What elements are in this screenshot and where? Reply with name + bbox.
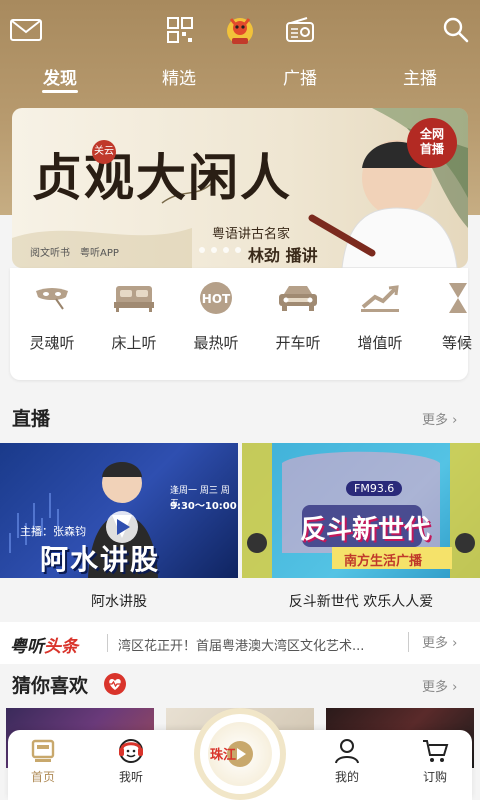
brand-1: 阅文听书: [30, 248, 70, 259]
app-root: 发现 精选 广播 主播 贞观大闲人 关云 粤语讲古名家 林劲 播讲 全网 首播: [0, 0, 480, 800]
cart-icon: [400, 738, 470, 764]
category-wait[interactable]: 等候: [424, 278, 480, 353]
more-label: 更多: [422, 680, 449, 695]
search-icon[interactable]: [440, 14, 472, 46]
live-more-link[interactable]: 更多 ›: [422, 409, 457, 428]
nav-label: 我的: [334, 770, 359, 784]
chevron-right-icon: ›: [448, 413, 458, 428]
category-label: 床上听: [111, 334, 157, 352]
radio-icon[interactable]: [283, 14, 317, 46]
nav-home[interactable]: 首页: [8, 738, 78, 785]
bed-icon: [96, 278, 172, 318]
tab-hosts[interactable]: 主播: [380, 64, 460, 89]
badge-line-1: 全网: [419, 127, 444, 141]
category-label: 开车听: [275, 334, 321, 352]
mask-icon: [14, 278, 90, 318]
banner-title: 贞观大闲人: [32, 148, 292, 207]
center-play-icon: 珠江: [208, 722, 272, 786]
home-icon: [8, 738, 78, 764]
category-label: 等候: [442, 334, 473, 352]
headline-more-link[interactable]: 更多 ›: [422, 632, 457, 651]
first-release-badge: 全网 首播: [407, 118, 457, 168]
promo-banner[interactable]: 贞观大闲人 关云 粤语讲古名家 林劲 播讲 全网 首播 阅文听书 粤听APP: [12, 108, 468, 268]
brand-logos: 阅文听书 粤听APP: [30, 244, 119, 259]
chevron-right-icon: ›: [448, 680, 458, 695]
mail-icon[interactable]: [8, 16, 44, 44]
category-hot[interactable]: HOT 最热听: [178, 278, 254, 353]
scan-grid-icon[interactable]: [164, 14, 196, 46]
live-caption-2: 反斗新世代 欢乐人人爱: [288, 594, 434, 610]
tab-discover[interactable]: 发现: [20, 64, 100, 89]
nav-subscribe[interactable]: 订购: [400, 738, 470, 785]
live-section-title: 直播: [12, 408, 51, 430]
live-caption-1: 阿水讲股: [91, 594, 147, 610]
more-label: 更多: [422, 636, 449, 651]
category-soul[interactable]: 灵魂听: [14, 278, 90, 353]
nav-listen[interactable]: 我听: [96, 738, 166, 785]
headline-brand: 粤听头条: [10, 632, 78, 657]
badge-line-2: 首播: [419, 142, 444, 156]
banner-subtitle: 粤语讲古名家: [212, 227, 291, 242]
heart-pulse-icon: [103, 672, 127, 700]
hot-icon: HOT: [178, 278, 254, 318]
tab-featured[interactable]: 精选: [139, 64, 219, 89]
nav-label: 首页: [30, 770, 55, 784]
bottom-nav: 首页 我听 珠江 我的 订购: [8, 714, 472, 800]
svg-text:HOT: HOT: [202, 292, 231, 306]
category-value[interactable]: 增值听: [342, 278, 418, 353]
fm-badge: FM93.6: [346, 481, 403, 496]
nav-mine[interactable]: 我的: [312, 738, 382, 785]
car-icon: [260, 278, 336, 318]
top-tabs: 发现 精选 广播 主播: [0, 64, 480, 94]
category-label: 增值听: [357, 334, 403, 352]
center-play-button[interactable]: 珠江: [200, 714, 280, 794]
chevron-right-icon: ›: [448, 636, 458, 651]
live-card-time: 9:30～10:00: [170, 501, 237, 512]
category-label: 最热听: [193, 334, 239, 352]
category-drive[interactable]: 开车听: [260, 278, 336, 353]
live-card-art-text: 反斗新世代: [300, 515, 431, 545]
live-card-art-text: 阿水讲股: [40, 543, 161, 576]
brand-2: 粤听APP: [80, 248, 119, 259]
banner-host: 林劲 播讲: [248, 246, 318, 265]
trend-icon: [342, 278, 418, 318]
banner-seal: 关云: [92, 140, 116, 164]
center-logo-text: 珠江: [210, 748, 237, 763]
guess-more-link[interactable]: 更多 ›: [422, 676, 457, 695]
headline-divider: [107, 634, 108, 652]
category-bed[interactable]: 床上听: [96, 278, 172, 353]
tab-broadcast[interactable]: 广播: [260, 64, 340, 89]
brand-a: 粤听: [10, 637, 44, 657]
nav-label: 我听: [118, 770, 143, 784]
station-label: 南方生活广播: [344, 554, 423, 569]
live-card-ashui[interactable]: 主播：张森钧 逢周一 周三 周五 9:30～10:00 阿水讲股: [0, 443, 238, 578]
active-tab-indicator: [42, 90, 78, 93]
more-label: 更多: [422, 413, 449, 428]
hourglass-icon: [424, 278, 480, 318]
mascot-logo-icon[interactable]: [220, 10, 260, 50]
guess-section-title: 猜你喜欢: [12, 675, 89, 697]
user-icon: [312, 738, 382, 764]
headline-text[interactable]: 湾区花正开！首届粤港澳大湾区文化艺术...: [118, 635, 398, 654]
live-card-host: 主播：张森钧: [20, 525, 86, 538]
top-icon-bar: [0, 10, 480, 50]
nav-label: 订购: [422, 770, 447, 784]
brand-b: 头条: [44, 637, 78, 657]
category-label: 灵魂听: [29, 334, 75, 352]
headline-bar[interactable]: 粤听头条 湾区花正开！首届粤港澳大湾区文化艺术... 更多 ›: [0, 622, 480, 664]
category-row: 灵魂听 床上听 HOT 最热听 开车听 增值听 等候: [10, 268, 472, 380]
listen-icon: [96, 738, 166, 764]
headline-divider-2: [408, 632, 409, 652]
live-card-fandou[interactable]: FM93.6 反斗新世代 南方生活广播: [242, 443, 480, 578]
